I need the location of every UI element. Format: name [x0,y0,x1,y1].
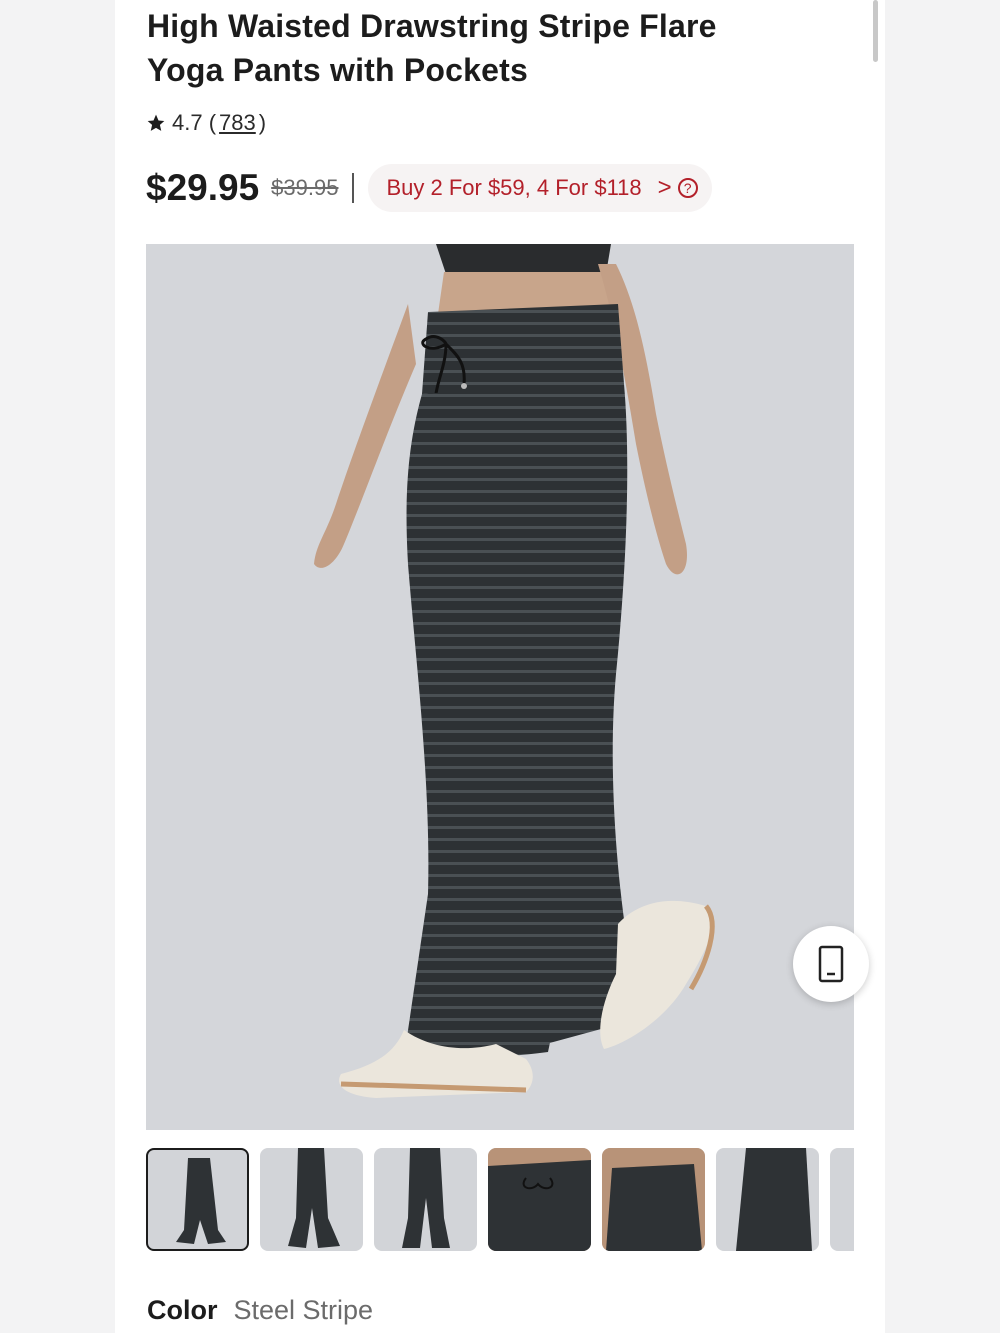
product-title: High Waisted Drawstring Stripe Flare Yog… [147,4,787,92]
price-divider [352,173,355,203]
paren-open: ( [202,110,217,135]
thumbnail-image [402,1148,450,1248]
product-title-line-1: High Waisted Drawstring Stripe Flare [147,8,717,44]
model-photo [314,244,715,1098]
phone-view-button[interactable] [793,926,869,1002]
thumbnail-image [488,1148,591,1251]
thumbnail-3[interactable] [374,1148,477,1251]
promo-label: Buy 2 For $59, 4 For $118 [386,175,642,200]
bundle-promo-button[interactable]: Buy 2 For $59, 4 For $118 > ? [368,164,712,212]
thumbnail-image [736,1148,812,1251]
product-main-image[interactable] [146,244,854,1130]
thumbnail-4[interactable] [488,1148,591,1251]
thumbnail-2[interactable] [260,1148,363,1251]
color-value: Steel Stripe [233,1295,374,1325]
review-count-link[interactable]: 783 [219,110,256,136]
scrollbar[interactable] [873,0,878,62]
thumbnail-image [602,1148,705,1251]
thumbnail-6[interactable] [716,1148,819,1251]
original-price: $39.95 [271,175,339,200]
thumbnail-image [288,1148,340,1248]
help-icon[interactable]: ? [677,178,698,198]
thumbnail-image [176,1158,226,1244]
paren-close: ) [258,110,267,135]
current-price: $29.95 [146,167,260,208]
thumbnail-strip [146,1148,854,1253]
price-row: $29.95 $39.95 Buy 2 For $59, 4 For $118 … [146,162,712,214]
thumbnail-7[interactable] [830,1148,854,1251]
rating-summary: 4.7 ( 783 ) [146,108,266,138]
color-selector-label: Color Steel Stripe [147,1295,373,1326]
thumbnail-5[interactable] [602,1148,705,1251]
star-icon [147,114,165,131]
thumbnail-1[interactable] [146,1148,249,1251]
phone-icon [818,945,844,983]
rating-value: 4.7 [172,110,203,135]
product-title-line-2: Yoga Pants with Pockets [147,52,528,88]
color-label: Color [147,1295,218,1325]
chevron-right-icon: > [657,174,672,201]
